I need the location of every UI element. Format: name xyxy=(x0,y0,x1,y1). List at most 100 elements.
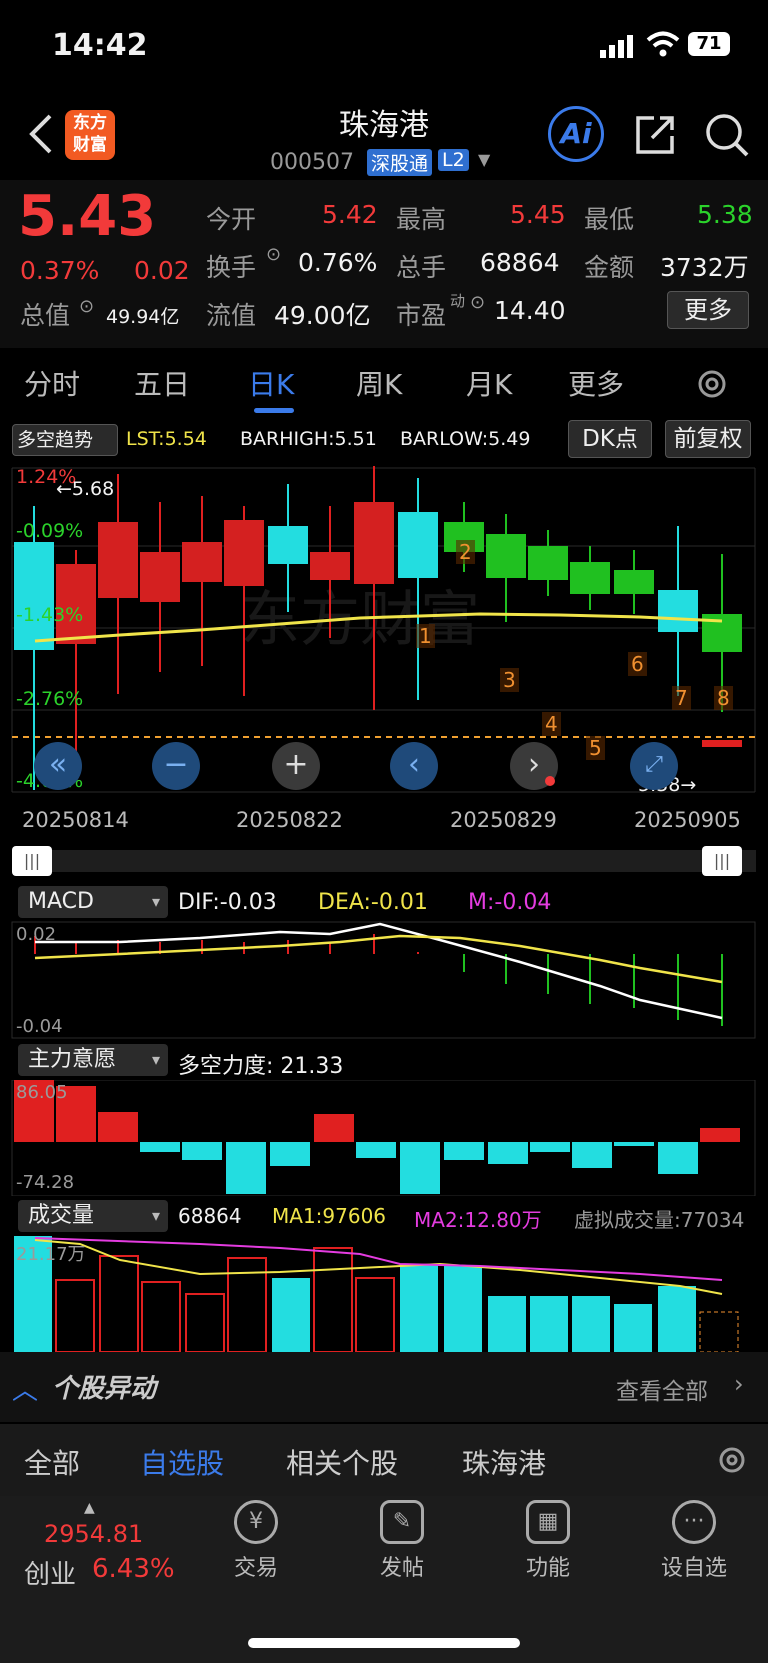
list-tab-2[interactable]: 相关个股 xyxy=(286,1442,398,1482)
nav-2[interactable]: ▦ 功能 xyxy=(488,1500,608,1582)
candle xyxy=(658,590,698,632)
watermark: 东方财富 xyxy=(240,585,480,655)
battery-icon: 71 xyxy=(688,32,730,56)
stock-code: 000507 xyxy=(270,150,354,175)
pe-type: 动 xyxy=(450,292,466,310)
zhuli-bar xyxy=(444,1142,484,1160)
volume-bar xyxy=(658,1286,696,1352)
tab-3[interactable]: 周K xyxy=(356,363,402,403)
tab-4[interactable]: 月K xyxy=(466,363,512,403)
zhuli-bar xyxy=(530,1142,570,1152)
chevron-up-icon[interactable]: ︿ xyxy=(12,1370,38,1407)
chevron-down-icon[interactable]: ▼ xyxy=(478,150,490,169)
fast-back-button[interactable]: « xyxy=(34,742,82,790)
list-tab-1[interactable]: 自选股 xyxy=(140,1442,224,1482)
nav-1[interactable]: ✎ 发帖 xyxy=(342,1500,462,1582)
range-slider[interactable] xyxy=(12,850,756,872)
zoom-in-button[interactable]: + xyxy=(272,742,320,790)
vol-top: 21.17万 xyxy=(16,1244,86,1265)
dk-point-button[interactable]: DK点 xyxy=(568,420,652,458)
macd-chart[interactable] xyxy=(0,920,768,1040)
candle xyxy=(486,534,526,578)
range-handle-left[interactable]: ||| xyxy=(12,846,52,876)
zoom-out-button[interactable]: − xyxy=(152,742,200,790)
amount-label: 金额 xyxy=(584,253,635,282)
volume-selector[interactable]: 成交量 xyxy=(18,1200,168,1232)
volume-bar xyxy=(444,1266,482,1352)
volume-bar xyxy=(400,1264,438,1352)
low-value: 5.38 xyxy=(697,200,753,229)
list-tab-3[interactable]: 珠海港 xyxy=(462,1442,546,1482)
barhigh-value: BARHIGH:5.51 xyxy=(240,428,377,450)
caret-up-icon: ▲ xyxy=(84,1500,95,1516)
zhuli-bar xyxy=(572,1142,612,1168)
volume-bar xyxy=(272,1278,310,1352)
nav-label: 交易 xyxy=(233,1556,278,1581)
mktcap-value: 49.94亿 xyxy=(106,306,180,328)
signal-marker: 7 xyxy=(672,686,691,710)
info-icon[interactable]: ⊙ xyxy=(266,244,281,265)
open-label: 今开 xyxy=(206,205,257,234)
index-name: 创业 xyxy=(24,1560,77,1590)
expand-icon[interactable]: ⤢ xyxy=(630,742,678,790)
ai-button[interactable]: Ai xyxy=(548,106,604,162)
step-back-button[interactable]: ‹ xyxy=(390,742,438,790)
zhuli-bar xyxy=(314,1114,354,1142)
date-label: 20250829 xyxy=(450,808,557,832)
indicator-selector[interactable]: 多空趋势 xyxy=(12,424,118,456)
volume-value: 68864 xyxy=(480,248,560,277)
view-all-link[interactable]: 查看全部 xyxy=(616,1372,708,1406)
signal-marker: 5 xyxy=(586,736,605,760)
high-label: 最高 xyxy=(396,205,447,234)
vol-value: 68864 xyxy=(178,1204,242,1228)
volume-bar xyxy=(572,1296,610,1352)
status-time: 14:42 xyxy=(52,28,148,63)
nav-label: 发帖 xyxy=(379,1556,424,1581)
signal-marker: 8 xyxy=(714,686,733,710)
candle xyxy=(528,546,568,580)
signal-marker: 1 xyxy=(416,624,435,648)
zhuli-bar xyxy=(270,1142,310,1166)
tab-0[interactable]: 分时 xyxy=(24,363,80,403)
zhuli-bar xyxy=(98,1112,138,1142)
chevron-right-icon[interactable]: › xyxy=(734,1370,744,1398)
list-tab-0[interactable]: 全部 xyxy=(24,1442,80,1482)
adjust-button[interactable]: 前复权 xyxy=(665,420,751,458)
tab-2[interactable]: 日K xyxy=(248,363,294,403)
signal-marker: 3 xyxy=(500,668,519,692)
volume-chart[interactable] xyxy=(0,1234,768,1352)
m-value: M:-0.04 xyxy=(468,890,552,915)
zhuli-chart[interactable] xyxy=(0,1080,768,1196)
share-icon[interactable] xyxy=(632,112,678,162)
gear-icon[interactable] xyxy=(716,1444,748,1480)
index-value: 2954.81 xyxy=(44,1520,144,1548)
date-label: 20250814 xyxy=(22,808,129,832)
barlow-value: BARLOW:5.49 xyxy=(400,428,531,450)
zhuli-bar xyxy=(226,1142,266,1194)
change-percent: 0.37% xyxy=(20,256,100,285)
more-quote-button[interactable]: 更多 xyxy=(667,291,749,329)
volume-bar xyxy=(55,1279,95,1352)
pct-label: -1.43% xyxy=(16,604,84,626)
change-amount: 0.02 xyxy=(134,256,190,285)
dif-value: DIF:-0.03 xyxy=(178,890,277,915)
yen-icon: ¥ xyxy=(234,1500,278,1544)
vol-ma2: MA2:12.80万 xyxy=(414,1208,542,1232)
zhuli-selector[interactable]: 主力意愿 xyxy=(18,1044,168,1076)
gear-icon[interactable] xyxy=(694,366,730,406)
tab-1[interactable]: 五日 xyxy=(134,363,190,403)
candle xyxy=(570,562,610,594)
home-indicator xyxy=(248,1638,520,1648)
nav-3[interactable]: ··· 设自选 xyxy=(634,1500,754,1582)
volume-bar xyxy=(99,1255,139,1352)
pct-label: -2.76% xyxy=(16,688,84,710)
search-icon[interactable] xyxy=(704,112,750,162)
macd-selector[interactable]: MACD xyxy=(18,886,168,918)
candle xyxy=(614,570,654,594)
volume-bar xyxy=(185,1293,225,1352)
info-icon[interactable]: ⊙ xyxy=(79,296,94,317)
tab-5[interactable]: 更多 xyxy=(568,363,624,403)
info-icon[interactable]: ⊙ xyxy=(470,292,485,313)
nav-0[interactable]: ¥ 交易 xyxy=(196,1500,316,1582)
range-handle-right[interactable]: ||| xyxy=(702,846,742,876)
